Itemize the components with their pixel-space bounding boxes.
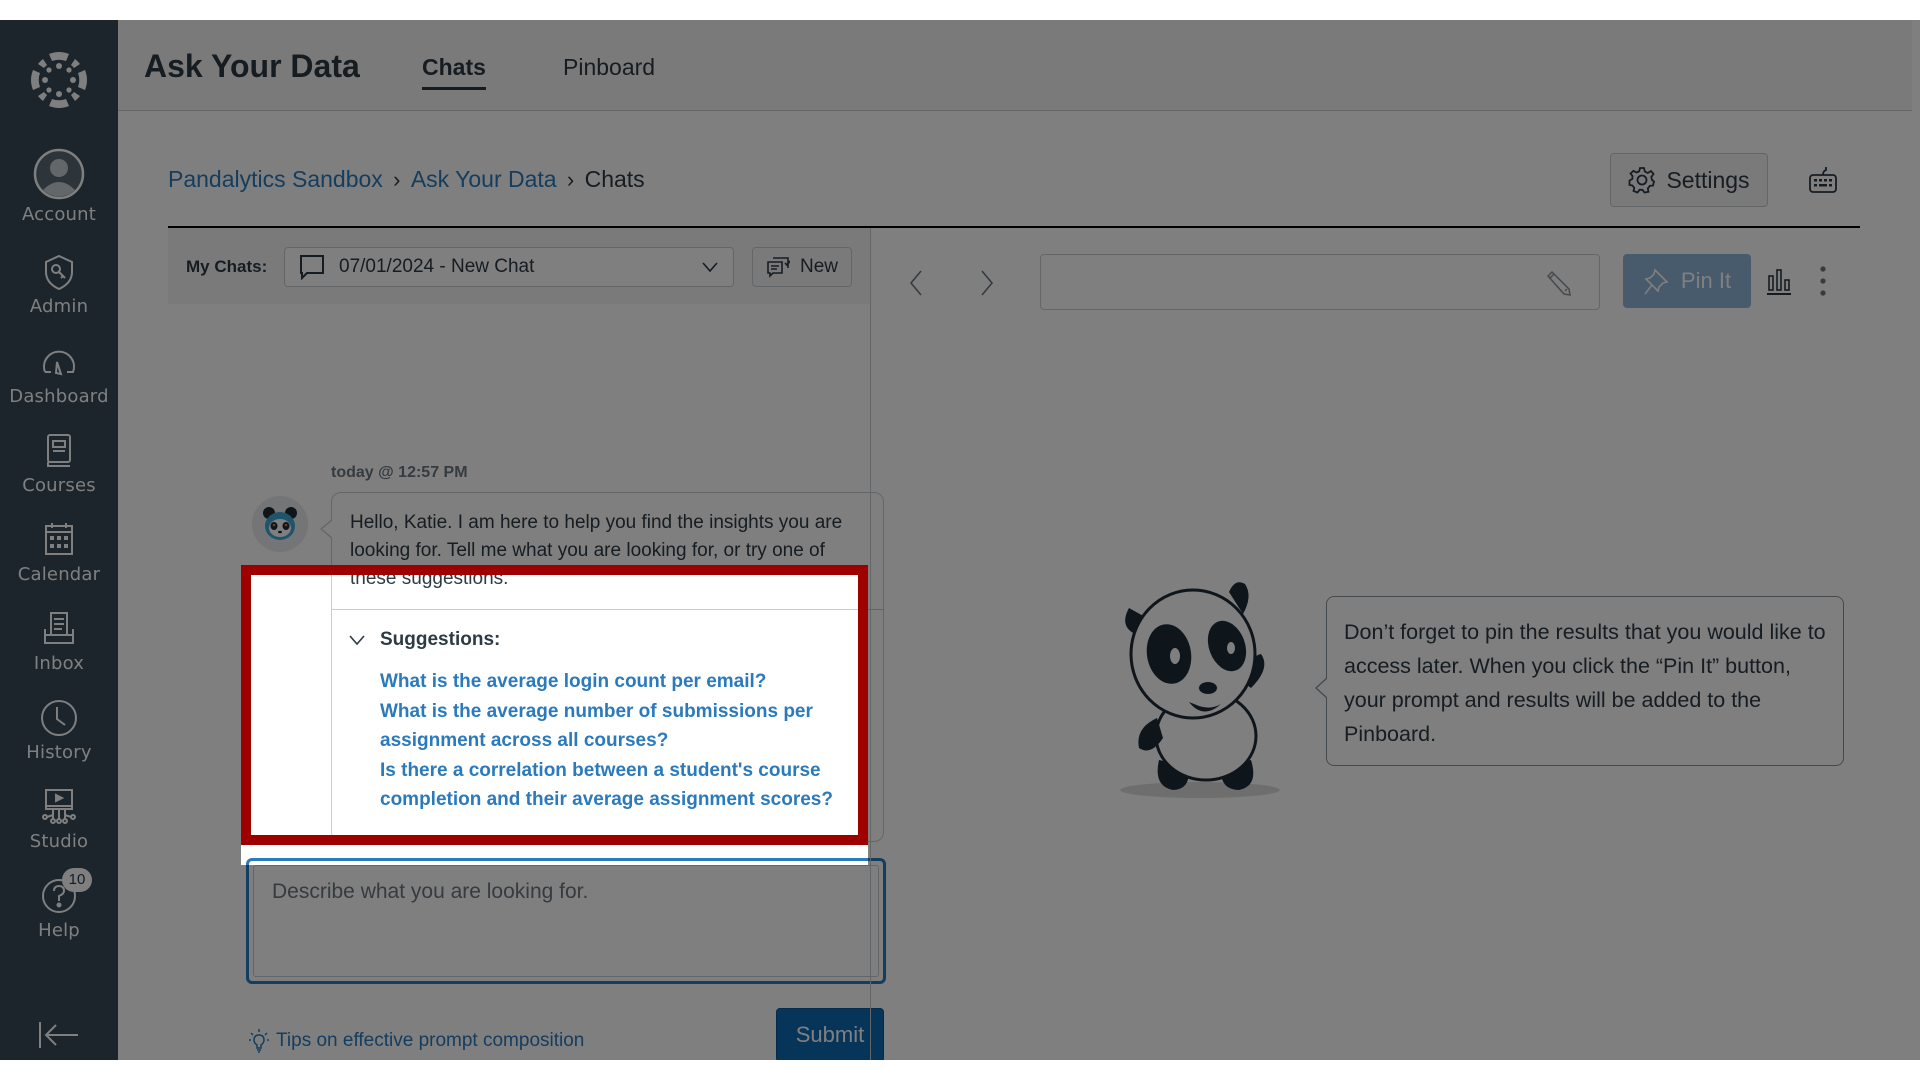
sidebar-item-admin[interactable]: Admin — [0, 252, 118, 317]
sidebar-item-label: Calendar — [17, 564, 101, 585]
pin-it-button[interactable]: Pin It — [1623, 254, 1751, 308]
chevron-right-icon[interactable] — [976, 268, 998, 298]
sidebar-item-studio[interactable]: Studio — [0, 787, 118, 852]
tab-pinboard[interactable]: Pinboard — [563, 54, 655, 87]
sidebar-item-history[interactable]: History — [0, 698, 118, 763]
sidebar-item-account[interactable]: Account — [0, 148, 118, 225]
sidebar-item-label: Studio — [29, 831, 89, 852]
gear-icon — [1629, 167, 1656, 194]
speedometer-icon — [43, 350, 75, 376]
panda-mascot-illustration — [1120, 582, 1280, 798]
sidebar-item-label: Inbox — [33, 653, 85, 674]
shield-key-icon — [45, 254, 73, 291]
settings-label: Settings — [1666, 166, 1750, 193]
sidebar-item-label: Dashboard — [9, 386, 109, 407]
pushpin-icon — [1644, 268, 1669, 295]
inbox-icon — [44, 612, 74, 644]
sidebar-item-label: History — [26, 742, 92, 763]
suggestion-link[interactable]: Is there a correlation between a student… — [380, 756, 870, 815]
pencil-icon[interactable] — [1543, 268, 1573, 298]
chat-select-value: 07/01/2024 - New Chat — [339, 256, 535, 277]
new-chat-label: New — [799, 256, 838, 277]
breadcrumb-current: Chats — [584, 166, 645, 192]
sidebar-item-label: Help — [38, 920, 80, 941]
main-content: Ask Your Data Chats Pinboard Pandalytics… — [118, 20, 1920, 1060]
lightbulb-icon — [249, 1029, 269, 1053]
bar-chart-icon[interactable] — [1764, 266, 1794, 296]
suggestions-toggle[interactable]: Suggestions: — [348, 629, 500, 651]
sidebar-item-label: Account — [21, 204, 97, 225]
prompt-tips-label: Tips on effective prompt composition — [276, 1030, 585, 1051]
account-avatar-icon — [33, 148, 85, 200]
suggestions-label: Suggestions: — [380, 629, 501, 650]
sidebar-item-label: Admin — [29, 296, 89, 317]
my-chats-bar: My Chats: 07/01/2024 - New Chat New — [168, 228, 870, 304]
clock-icon — [41, 700, 77, 736]
sidebar-item-inbox[interactable]: Inbox — [0, 609, 118, 674]
prompt-tips-link[interactable]: Tips on effective prompt composition — [248, 1028, 584, 1054]
sidebar-item-courses[interactable]: Courses — [0, 431, 118, 496]
chevron-right-icon: › — [566, 166, 575, 192]
breadcrumb-link-ask-your-data[interactable]: Ask Your Data — [411, 166, 557, 193]
app-window: Account Admin Dashboard Courses Calendar… — [0, 20, 1920, 1060]
suggestions-list: What is the average login count per emai… — [380, 667, 870, 815]
new-chat-button[interactable]: New — [752, 247, 852, 287]
assistant-message-text: Hello, Katie. I am here to help you find… — [350, 512, 843, 589]
app-title: Ask Your Data — [144, 48, 360, 84]
results-panel: Pin It Don’t forget to pin the results t… — [871, 228, 1920, 1060]
studio-icon — [42, 789, 76, 824]
chat-bubble-icon — [300, 255, 324, 280]
keyboard-shortcuts-icon[interactable] — [1808, 165, 1838, 195]
pin-tip-text: Don’t forget to pin the results that you… — [1344, 620, 1826, 746]
app-header: Ask Your Data Chats Pinboard — [118, 20, 1912, 111]
global-nav-sidebar: Account Admin Dashboard Courses Calendar… — [0, 20, 118, 1060]
pin-it-label: Pin It — [1680, 268, 1732, 293]
breadcrumb: Pandalytics Sandbox › Ask Your Data › Ch… — [168, 166, 645, 193]
collapse-left-icon[interactable] — [38, 1020, 80, 1050]
panda-avatar-icon — [263, 507, 297, 540]
chevron-down-icon — [349, 635, 365, 646]
suggestion-link[interactable]: What is the average number of submission… — [380, 697, 870, 756]
calendar-icon — [45, 523, 73, 555]
tab-chats[interactable]: Chats — [422, 54, 486, 90]
prompt-input-wrapper — [246, 858, 886, 984]
new-chat-icon — [767, 257, 790, 278]
message-timestamp: today @ 12:57 PM — [331, 464, 468, 481]
more-options-icon[interactable] — [1816, 264, 1830, 298]
book-icon — [47, 434, 71, 467]
prompt-input[interactable] — [253, 865, 879, 977]
assistant-message-bubble: Hello, Katie. I am here to help you find… — [320, 492, 884, 842]
result-title-input[interactable] — [1040, 254, 1600, 310]
chevron-down-icon — [702, 262, 718, 273]
help-badge: 10 — [62, 868, 92, 892]
suggestions-divider — [332, 609, 883, 610]
canvas-logo-icon[interactable] — [29, 50, 89, 110]
chevron-right-icon: › — [393, 166, 401, 192]
pin-tip-bubble: Don’t forget to pin the results that you… — [1315, 596, 1844, 766]
chat-panel: My Chats: 07/01/2024 - New Chat New toda… — [168, 228, 886, 1060]
settings-button[interactable]: Settings — [1610, 153, 1768, 207]
sidebar-item-label: Courses — [22, 475, 96, 496]
assistant-avatar — [252, 496, 308, 552]
suggestion-link[interactable]: What is the average login count per emai… — [380, 667, 870, 697]
chevron-left-icon[interactable] — [905, 268, 927, 298]
breadcrumb-link-sandbox[interactable]: Pandalytics Sandbox — [168, 166, 383, 193]
sidebar-item-help[interactable]: 10 Help — [0, 868, 118, 941]
sidebar-item-calendar[interactable]: Calendar — [0, 520, 118, 585]
my-chats-label: My Chats: — [186, 257, 268, 276]
sidebar-item-dashboard[interactable]: Dashboard — [0, 342, 118, 407]
submit-button[interactable]: Submit — [776, 1008, 884, 1060]
chat-select-dropdown[interactable]: 07/01/2024 - New Chat — [284, 247, 734, 287]
